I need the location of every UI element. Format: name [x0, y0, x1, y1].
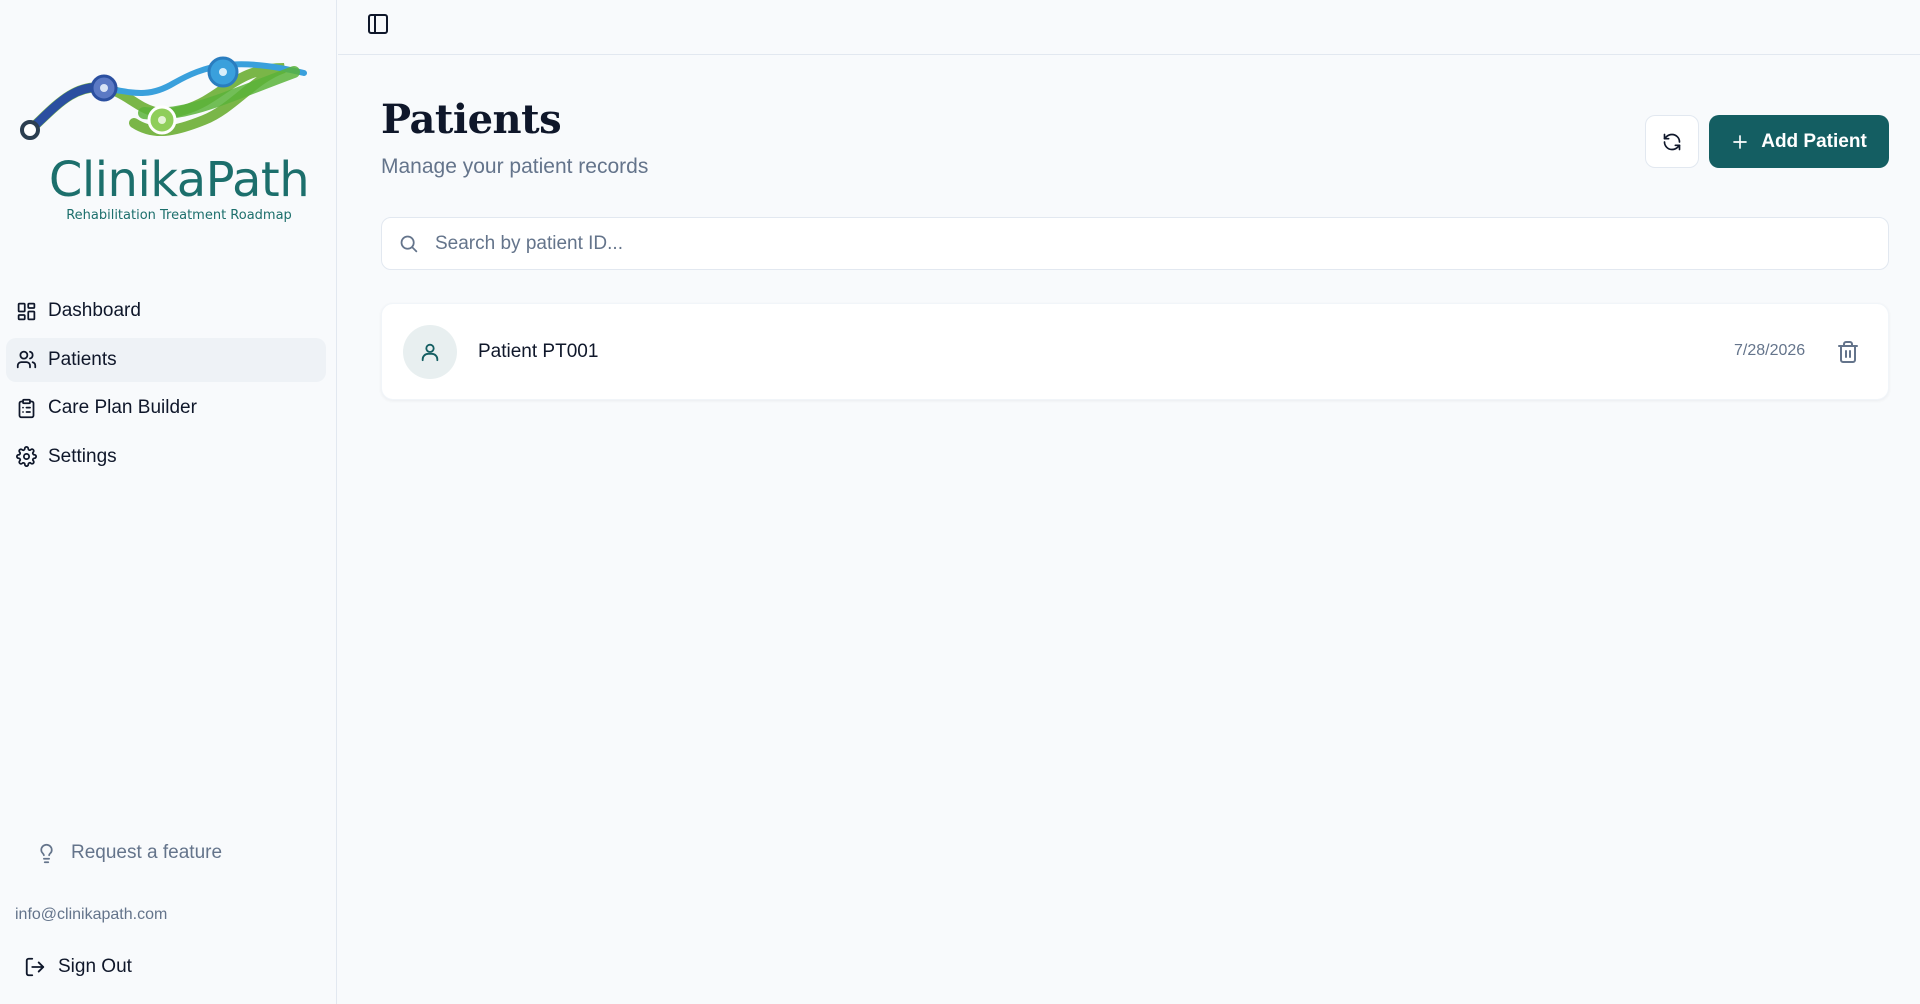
sidebar-item-label: Settings — [48, 445, 117, 467]
gear-icon — [16, 446, 37, 467]
add-patient-label: Add Patient — [1761, 130, 1867, 152]
clipboard-icon — [18, 398, 35, 418]
logout-icon — [25, 957, 45, 977]
sidebar-item-care-plan-builder[interactable]: Care Plan Builder — [6, 386, 326, 430]
refresh-button[interactable] — [1645, 115, 1699, 168]
sidebar-item-label: Care Plan Builder — [48, 397, 197, 418]
sidebar-item-label: Dashboard — [48, 300, 141, 321]
topbar — [338, 0, 1920, 55]
patient-card[interactable]: Patient PT001 7/28/2026 — [381, 303, 1889, 400]
logo-graphic — [20, 56, 307, 140]
logo-wordmark: ClinikaPath — [48, 152, 310, 208]
sidebar-nav: Dashboard Patients Care Plan Builder Set… — [6, 289, 326, 483]
sidebar: ClinikaPath Rehabilitation Treatment Roa… — [0, 0, 337, 1004]
search-icon — [400, 235, 418, 253]
users-icon — [16, 350, 37, 369]
sign-out-button[interactable]: Sign Out — [24, 956, 132, 978]
request-feature-link[interactable]: Request a feature — [36, 842, 222, 864]
patient-date: 7/28/2026 — [1734, 342, 1806, 359]
plus-icon — [1733, 134, 1748, 149]
page-title: Patients — [381, 96, 562, 143]
support-email: info@clinikapath.com — [15, 906, 168, 923]
patient-name: Patient PT001 — [478, 340, 599, 362]
search-input[interactable] — [435, 232, 1835, 255]
lightbulb-icon — [40, 843, 53, 863]
page-subtitle: Manage your patient records — [381, 155, 649, 178]
user-icon — [421, 343, 439, 361]
sidebar-item-dashboard[interactable]: Dashboard — [6, 289, 326, 333]
sidebar-toggle-icon[interactable] — [366, 12, 390, 36]
trash-icon[interactable] — [1836, 340, 1860, 364]
request-feature-label: Request a feature — [71, 842, 223, 863]
add-patient-button[interactable]: Add Patient — [1709, 115, 1889, 168]
sidebar-item-label: Patients — [48, 348, 117, 370]
search-bar[interactable] — [381, 217, 1889, 270]
avatar — [403, 324, 457, 379]
sign-out-label: Sign Out — [58, 956, 132, 977]
logo-tagline: Rehabilitation Treatment Roadmap — [66, 208, 292, 223]
dashboard-icon — [17, 302, 36, 320]
refresh-icon — [1663, 133, 1681, 150]
sidebar-item-settings[interactable]: Settings — [6, 435, 326, 479]
sidebar-item-patients[interactable]: Patients — [6, 337, 326, 382]
clinikapath-logo[interactable]: ClinikaPath Rehabilitation Treatment Roa… — [14, 48, 314, 238]
